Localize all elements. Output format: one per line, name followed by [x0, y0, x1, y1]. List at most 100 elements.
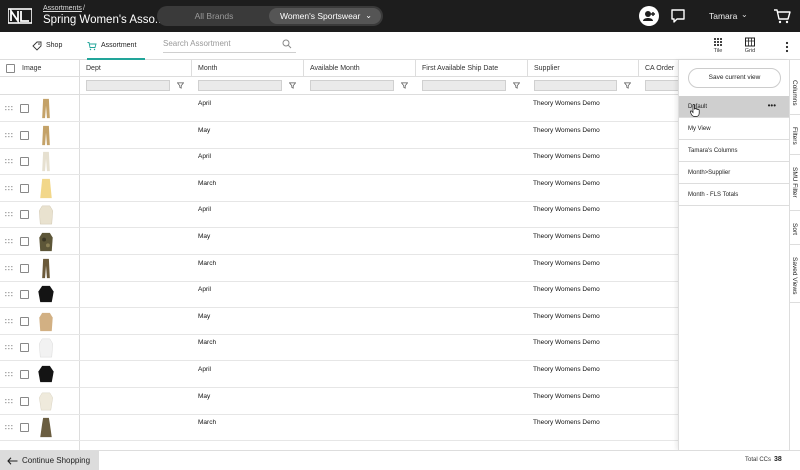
rail-tab-filters[interactable]: Filters — [790, 115, 800, 155]
row-checkbox[interactable] — [20, 237, 29, 246]
product-thumbnail[interactable] — [36, 390, 56, 413]
col-month-header[interactable]: Month — [192, 60, 304, 77]
grid-view-button[interactable]: Grid — [740, 37, 760, 57]
col-ca-order-header[interactable]: CA Order — [639, 60, 678, 77]
drag-handle-icon[interactable] — [5, 292, 13, 297]
row-checkbox[interactable] — [20, 396, 29, 406]
saved-view-month-supplier[interactable]: Month>Supplier — [679, 162, 790, 184]
saved-view-tamaras-columns[interactable]: Tamara's Columns — [679, 140, 790, 162]
chevron-down-icon[interactable]: ⌄ — [741, 10, 748, 19]
table-row[interactable]: May Theory Womens Demo — [0, 388, 678, 415]
segment-all-brands[interactable]: All Brands — [157, 6, 271, 26]
product-thumbnail[interactable] — [36, 203, 56, 226]
table-row[interactable]: May Theory Womens Demo — [0, 122, 678, 149]
drag-handle-icon[interactable] — [5, 212, 13, 217]
cart-icon[interactable] — [772, 6, 792, 26]
row-checkbox[interactable] — [20, 316, 29, 326]
drag-handle-icon[interactable] — [5, 239, 13, 244]
row-checkbox[interactable] — [20, 157, 29, 167]
row-checkbox[interactable] — [20, 130, 29, 140]
row-checkbox[interactable] — [20, 343, 29, 353]
col-dept-header[interactable]: Dept — [80, 60, 192, 77]
product-thumbnail[interactable] — [36, 283, 56, 306]
col-available-month-header[interactable]: Available Month — [304, 60, 416, 77]
drag-handle-icon[interactable] — [5, 398, 13, 404]
saved-view-label: Tamara's Columns — [688, 148, 738, 154]
product-thumbnail[interactable] — [36, 230, 56, 253]
row-checkbox[interactable] — [20, 104, 29, 113]
table-row[interactable]: March Theory Womens Demo — [0, 175, 678, 202]
product-thumbnail[interactable] — [36, 150, 56, 173]
table-row[interactable]: April Theory Womens Demo — [0, 361, 678, 388]
filter-icon[interactable] — [289, 82, 296, 89]
col-first-ship-date-header[interactable]: First Available Ship Date — [416, 60, 528, 77]
col-supplier-header[interactable]: Supplier — [528, 60, 639, 77]
drag-handle-icon[interactable] — [5, 106, 13, 111]
add-user-icon[interactable] — [639, 6, 659, 26]
product-thumbnail[interactable] — [36, 257, 56, 280]
rail-tab-sort[interactable]: Sort — [790, 211, 800, 245]
table-row[interactable]: April Theory Womens Demo — [0, 148, 678, 176]
filter-icon[interactable] — [513, 82, 520, 89]
chat-icon[interactable] — [668, 6, 688, 26]
table-row[interactable]: May Theory Womens Demo — [0, 228, 678, 255]
rail-tab-smu-filter[interactable]: SMU Filter — [790, 155, 800, 211]
search-icon[interactable] — [282, 39, 292, 49]
rail-tab-saved-views[interactable]: Saved Views — [790, 245, 800, 303]
product-thumbnail[interactable] — [36, 177, 56, 200]
drag-handle-icon[interactable] — [5, 265, 13, 271]
drag-handle-icon[interactable] — [5, 185, 13, 191]
drag-handle-icon[interactable] — [5, 132, 13, 138]
col-image-header[interactable]: Image — [16, 60, 80, 77]
saved-view-my-view[interactable]: My View — [679, 118, 790, 140]
filter-icon[interactable] — [177, 82, 184, 89]
drag-handle-icon[interactable] — [5, 345, 13, 350]
saved-view-month-fls-totals[interactable]: Month - FLS Totals — [679, 184, 790, 206]
product-thumbnail[interactable] — [36, 416, 56, 439]
rail-tab-columns[interactable]: Columns — [790, 60, 800, 115]
ship-date-filter-input[interactable] — [422, 80, 506, 91]
supplier-filter-input[interactable] — [534, 80, 617, 91]
drag-handle-icon[interactable] — [5, 372, 13, 377]
tab-shop[interactable]: Shop — [32, 32, 72, 60]
more-options-icon[interactable] — [782, 41, 792, 53]
row-checkbox[interactable] — [20, 370, 29, 379]
table-row[interactable]: March Theory Womens Demo — [0, 255, 678, 282]
drag-handle-icon[interactable] — [5, 318, 13, 324]
table-row[interactable]: April Theory Womens Demo — [0, 201, 678, 229]
product-thumbnail[interactable] — [36, 336, 56, 359]
drag-handle-icon[interactable] — [5, 159, 13, 164]
row-checkbox[interactable] — [20, 263, 29, 273]
save-current-view-button[interactable]: Save current view — [688, 68, 781, 88]
month-filter-input[interactable] — [198, 80, 282, 91]
select-all-checkbox[interactable] — [6, 64, 15, 73]
tab-assortment[interactable]: Assortment — [87, 32, 145, 60]
row-checkbox[interactable] — [20, 210, 29, 220]
row-checkbox[interactable] — [20, 423, 29, 433]
continue-shopping-button[interactable]: Continue Shopping — [0, 451, 99, 470]
filter-icon[interactable] — [401, 82, 408, 89]
product-thumbnail[interactable] — [36, 97, 56, 120]
table-row[interactable]: May Theory Womens Demo — [0, 308, 678, 335]
row-checkbox[interactable] — [20, 183, 29, 193]
table-row[interactable]: April Theory Womens Demo — [0, 95, 678, 122]
table-row[interactable]: March Theory Womens Demo — [0, 414, 678, 442]
filter-icon[interactable] — [624, 82, 631, 89]
table-row[interactable]: March Theory Womens Demo — [0, 334, 678, 362]
more-options-icon[interactable]: ••• — [768, 95, 776, 117]
breadcrumb-assortments[interactable]: Assortments — [43, 5, 82, 12]
product-thumbnail[interactable] — [36, 124, 56, 147]
dept-filter-input[interactable] — [86, 80, 170, 91]
search-input[interactable] — [163, 39, 273, 48]
segment-selected-brand[interactable]: Women's Sportswear ⌄ — [269, 8, 381, 24]
brand-logo[interactable] — [8, 8, 32, 24]
tile-view-button[interactable]: Tile — [708, 37, 728, 57]
drag-handle-icon[interactable] — [5, 425, 13, 430]
user-menu-name[interactable]: Tamara — [709, 11, 737, 21]
product-thumbnail[interactable] — [36, 310, 56, 333]
product-thumbnail[interactable] — [36, 363, 56, 386]
available-month-filter-input[interactable] — [310, 80, 394, 91]
row-checkbox[interactable] — [20, 290, 29, 300]
ca-order-filter-input[interactable] — [645, 80, 678, 91]
table-row[interactable]: April Theory Womens Demo — [0, 281, 678, 309]
